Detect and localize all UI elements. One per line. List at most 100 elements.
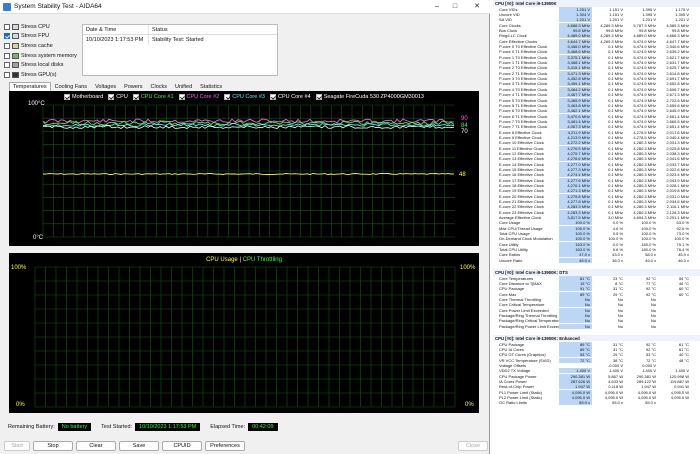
sensor-value: 1.400 V — [609, 368, 623, 374]
sensor-value: 1.395 V — [675, 12, 689, 18]
sensor-value: 58.0 x — [645, 252, 656, 258]
sensor-value: 29 °C — [612, 291, 623, 297]
stability-test-window: System Stability Test - AIDA64 – □ ✕ Str… — [0, 0, 490, 454]
save-button[interactable]: Save — [119, 441, 159, 451]
stress-disk-checkbox[interactable] — [4, 62, 10, 69]
usage-axis-top-right: 100% — [460, 265, 476, 271]
sensor-value: 0.1 MHz — [608, 156, 623, 162]
stress-memory-option[interactable]: Stress system memory — [4, 51, 80, 61]
sensor-name: Core VIDs — [499, 6, 518, 12]
legend-cpu-core-4[interactable]: CPU Core #4 — [269, 94, 311, 100]
stress-cpu-checkbox[interactable] — [4, 23, 10, 30]
sensor-value: 120.998 W — [669, 373, 689, 379]
sensor-value: 2,631.7 MHz — [666, 60, 689, 66]
sensor-value: 4,269.3 MHz — [600, 38, 623, 44]
sensor-name: SA VID — [499, 17, 512, 23]
tab-unified[interactable]: Unified — [171, 82, 196, 91]
stress-cache-checkbox[interactable] — [4, 42, 10, 49]
tab-voltages[interactable]: Voltages — [91, 82, 120, 91]
sensor-value: 0.941 W — [674, 384, 689, 390]
test-log-table[interactable]: Date & Time Status 10/10/2023 1:17:53 PM… — [82, 24, 278, 76]
sensor-name: P-core 1 T1 Effective Clock — [499, 60, 548, 66]
start-button[interactable]: Start — [4, 441, 30, 451]
sensor-value: 4,280.3 MHz — [633, 156, 656, 162]
sensor-value: 1.400 V — [642, 368, 656, 374]
fpu-icon — [12, 33, 19, 40]
sensor-value: 1.400 V — [675, 368, 689, 374]
stress-gpu-checkbox[interactable] — [4, 71, 10, 78]
sensor-value: 3,456.0 MHz — [559, 44, 592, 50]
close-icon[interactable]: ✕ — [470, 2, 484, 12]
sensor-name: E-core 14 Effective Clock — [499, 161, 544, 167]
usage-title-cpu-usage: CPU Usage — [206, 257, 238, 263]
sensor-value: 1.201 V — [675, 17, 689, 23]
cpuid-button[interactable]: CPUID — [162, 441, 202, 451]
tab-temperatures[interactable]: Temperatures — [9, 82, 51, 91]
sensor-name: Core Max — [499, 291, 517, 297]
legend-motherboard[interactable]: Motherboard — [64, 94, 103, 100]
sensor-row[interactable]: Uncore Ratio 45.0 x 36.0 x 49.0 x 46.0 x — [493, 257, 700, 263]
cpu-icon — [12, 23, 19, 30]
close-button[interactable]: Close — [458, 441, 488, 451]
log-header-datetime[interactable]: Date & Time — [83, 25, 149, 34]
sensor-value: 180.0 % — [641, 247, 656, 253]
sensor-value: 2,291.1 MHz — [666, 215, 689, 221]
sensor-value: No — [650, 323, 656, 329]
sensor-value: No — [650, 302, 656, 308]
stress-fpu-option[interactable]: Stress FPU — [4, 32, 80, 42]
sensor-value: 4,277.8 MHz — [559, 199, 592, 205]
legend-ssd[interactable]: Seagate FireCuda 530 ZP4000GM30013 — [315, 94, 424, 100]
sensor-value: 1.947 W — [559, 384, 592, 390]
preferences-button[interactable]: Preferences — [205, 441, 245, 451]
sensor-value: 100.0 % — [674, 236, 689, 242]
sensor-value: 0.118 W — [608, 384, 623, 390]
minimize-icon[interactable]: – — [430, 2, 444, 12]
sensor-value: 4,280.3 MHz — [633, 204, 656, 210]
cache-icon — [12, 42, 19, 49]
log-header-status[interactable]: Status — [149, 25, 277, 34]
sensor-value: 2,025.8 MHz — [666, 145, 689, 151]
sensor-value: 4,095.0 W — [670, 389, 689, 395]
table-row[interactable]: 10/10/2023 1:17:53 PM Stability Test: St… — [83, 35, 277, 45]
stress-cache-option[interactable]: Stress cache — [4, 41, 80, 51]
legend-cpu-core-3[interactable]: CPU Core #3 — [224, 94, 265, 100]
stress-cpu-option[interactable]: Stress CPU — [4, 22, 80, 32]
legend-cpu-core-2[interactable]: CPU Core #2 — [178, 94, 219, 100]
stress-gpu-option[interactable]: Stress GPU(s) — [4, 70, 80, 80]
sensor-value: 45.0 x — [559, 257, 592, 263]
tab-cooling-fans[interactable]: Cooling Fans — [51, 82, 91, 91]
sensor-value: 45.9 x — [678, 252, 689, 258]
sensor-row[interactable]: OC Ratio Limits 55.0 x 55.0 x 55.0 x — [493, 400, 700, 406]
sensor-value: 92 °C — [645, 286, 656, 292]
sensor-value: 4.633 W — [608, 379, 623, 385]
sensor-value: 92 °C — [645, 346, 656, 352]
stop-button[interactable]: Stop — [33, 441, 73, 451]
stress-fpu-checkbox[interactable] — [4, 33, 10, 40]
sensor-value: 2,028.1 MHz — [666, 183, 689, 189]
stress-memory-checkbox[interactable] — [4, 52, 10, 59]
tab-statistics[interactable]: Statistics — [196, 82, 226, 91]
sensor-value: 2,671.3 MHz — [666, 92, 689, 98]
tab-powers[interactable]: Powers — [120, 82, 146, 91]
sensor-value: 5,474.9 MHz — [633, 124, 656, 130]
sensor-value: 5,474.9 MHz — [633, 102, 656, 108]
sensor-value: 55.0 x — [612, 400, 623, 406]
sensor-value: 0.1 MHz — [608, 70, 623, 76]
sensor-value: 0.1 MHz — [608, 44, 623, 50]
legend-cpu[interactable]: CPU — [108, 94, 128, 100]
sensor-value: 4,276.5 MHz — [559, 145, 592, 151]
tab-clocks[interactable]: Clocks — [147, 82, 172, 91]
sensor-name: Core Clocks — [499, 22, 521, 28]
sensor-value: 89 °C — [559, 341, 592, 347]
sensor-value: 23 °C — [612, 275, 623, 281]
stress-disk-option[interactable]: Stress local disks — [4, 60, 80, 70]
sensor-value: 46.0 x — [678, 257, 689, 263]
sensor-value: 63.0 % — [676, 220, 689, 226]
maximize-icon[interactable]: □ — [448, 2, 462, 12]
stress-disk-label: Stress local disks — [21, 62, 64, 69]
clear-button[interactable]: Clear — [76, 441, 116, 451]
title-bar[interactable]: System Stability Test - AIDA64 – □ ✕ — [0, 0, 490, 14]
sensor-value: 290.381 W — [559, 373, 592, 379]
sensor-value: No — [559, 323, 592, 329]
legend-cpu-core-1[interactable]: CPU Core #1 — [132, 94, 174, 100]
